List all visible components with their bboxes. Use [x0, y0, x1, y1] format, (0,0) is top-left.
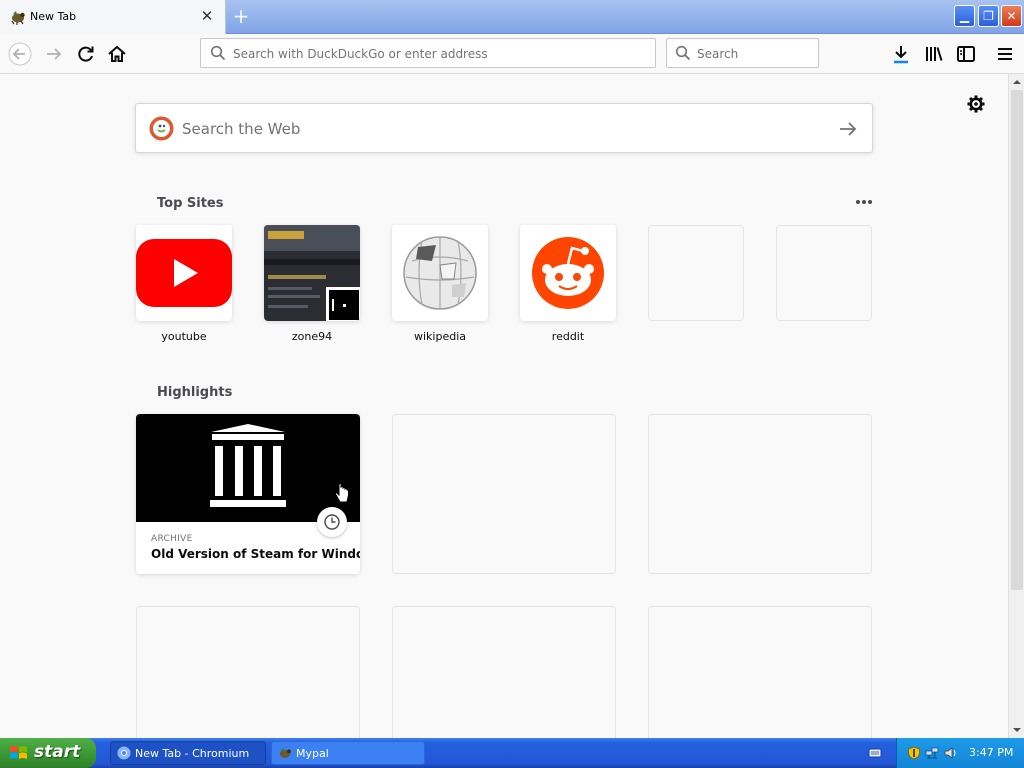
highlight-placeholder: [392, 414, 616, 574]
chromium-icon: [117, 746, 131, 760]
top-site-label: wikipedia: [413, 330, 466, 343]
reload-icon[interactable]: [74, 42, 98, 66]
download-icon[interactable]: [889, 42, 913, 66]
top-sites-heading: Top Sites: [157, 196, 224, 211]
top-site-reddit[interactable]: [520, 225, 616, 321]
system-clock[interactable]: 3:47 PM: [969, 746, 1013, 759]
network-icon[interactable]: [925, 746, 939, 760]
tab-new-tab[interactable]: New Tab ✕: [0, 0, 226, 34]
web-search-box[interactable]: [135, 103, 873, 153]
web-search-input[interactable]: [182, 118, 822, 140]
highlight-placeholder: [136, 606, 360, 738]
system-tray: 3:47 PM: [896, 738, 1024, 768]
arrow-right-icon[interactable]: [836, 117, 860, 141]
card-source: ARCHIVE: [151, 534, 193, 544]
window-close-button[interactable]: ✕: [1001, 5, 1022, 27]
card-thumbnail: [136, 414, 360, 522]
top-site-placeholder[interactable]: [776, 225, 872, 321]
tab-close-button[interactable]: ✕: [199, 7, 215, 25]
reddit-logo: [532, 237, 604, 309]
address-bar[interactable]: [200, 38, 656, 68]
highlight-card-archive[interactable]: ARCHIVE Old Version of Steam for Windo..…: [136, 414, 360, 574]
duckduckgo-icon: [149, 116, 174, 141]
search-input[interactable]: [697, 45, 812, 63]
top-site-zone94[interactable]: [264, 225, 360, 321]
hand-cursor-icon: [334, 483, 349, 503]
start-label: start: [34, 742, 81, 762]
top-site-label: reddit: [551, 330, 585, 343]
archive-building-icon: [210, 424, 286, 507]
scroll-up-arrow-icon[interactable]: [1011, 76, 1023, 88]
start-button[interactable]: start: [0, 738, 96, 768]
wikipedia-globe: [403, 236, 477, 310]
youtube-logo: [136, 239, 232, 307]
mypal-icon: [11, 11, 25, 25]
forward-arrow-icon[interactable]: [42, 42, 66, 66]
taskbar-item-mypal[interactable]: Mypal: [271, 741, 425, 765]
top-site-placeholder[interactable]: [648, 225, 744, 321]
tab-title: New Tab: [30, 10, 77, 23]
minimize-button[interactable]: ▁: [954, 5, 975, 27]
back-arrow-icon[interactable]: [8, 42, 32, 66]
zone94-thumbnail: [264, 225, 360, 321]
top-site-youtube[interactable]: [136, 225, 232, 321]
security-shield-icon[interactable]: [907, 746, 921, 760]
keyboard-icon[interactable]: [868, 746, 882, 760]
tab-strip: New Tab ✕ + ▁ ❐ ✕: [0, 0, 1024, 34]
taskbar-item-label: New Tab - Chromium: [135, 747, 250, 760]
library-icon[interactable]: [922, 42, 946, 66]
home-icon[interactable]: [105, 42, 129, 66]
clock-badge: [317, 507, 347, 537]
navigation-toolbar: [0, 34, 1024, 74]
search-icon: [675, 45, 691, 61]
gear-icon[interactable]: [966, 94, 986, 114]
highlight-placeholder: [648, 606, 872, 738]
more-options-icon[interactable]: [853, 193, 875, 211]
vertical-scrollbar[interactable]: [1008, 74, 1024, 738]
volume-icon[interactable]: [943, 746, 957, 760]
windows-logo-icon: [10, 746, 27, 759]
hamburger-menu-icon[interactable]: [993, 42, 1017, 66]
top-site-label: zone94: [291, 330, 333, 343]
scrollbar-thumb[interactable]: [1011, 90, 1023, 590]
top-site-wikipedia[interactable]: [392, 225, 488, 321]
maximize-button[interactable]: ❐: [978, 5, 999, 27]
clock-icon: [324, 514, 340, 530]
taskbar: start New Tab - Chromium Mypal 3:47 PM: [0, 738, 1024, 768]
taskbar-item-label: Mypal: [296, 747, 329, 760]
new-tab-page: Top Sites youtube zone94: [0, 74, 1008, 738]
address-input[interactable]: [233, 45, 643, 63]
mypal-icon: [279, 747, 291, 758]
highlight-placeholder: [648, 414, 872, 574]
search-icon: [210, 45, 226, 61]
top-site-label: youtube: [161, 330, 207, 343]
highlights-heading: Highlights: [157, 385, 233, 400]
card-title: Old Version of Steam for Windo...: [151, 547, 360, 561]
scroll-down-arrow-icon[interactable]: [1011, 724, 1023, 736]
new-tab-button[interactable]: +: [230, 4, 252, 28]
search-bar[interactable]: [666, 38, 819, 68]
sidebar-icon[interactable]: [954, 42, 978, 66]
taskbar-item-chromium[interactable]: New Tab - Chromium: [110, 741, 266, 765]
highlight-placeholder: [392, 606, 616, 738]
